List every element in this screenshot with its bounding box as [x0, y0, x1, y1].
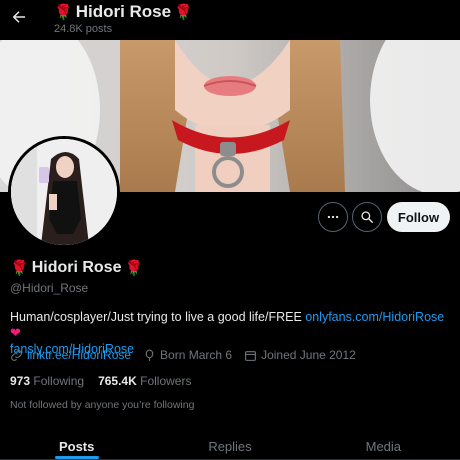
profile-name: 🌹 Hidori Rose 🌹 — [10, 259, 143, 277]
more-button[interactable] — [318, 202, 348, 232]
search-button[interactable] — [352, 202, 382, 232]
balloon-icon — [145, 349, 154, 361]
birthday-item: Born March 6 — [143, 348, 232, 362]
following-label: Following — [33, 374, 85, 388]
joined-text: Joined June 2012 — [261, 348, 356, 362]
link-icon — [11, 349, 22, 361]
rose-icon: 🌹 — [10, 259, 29, 277]
display-name: Hidori Rose — [31, 259, 122, 276]
following-stat[interactable]: 973 Following — [10, 374, 84, 388]
heart-icon: ❤ — [10, 325, 21, 340]
profile-handle: @Hidori_Rose — [10, 281, 89, 295]
header-name: Hidori Rose — [75, 2, 172, 21]
top-header: 🌹 Hidori Rose 🌹 24.8K posts — [0, 0, 460, 40]
tab-media[interactable]: Media — [307, 430, 460, 459]
birthday-text: Born March 6 — [160, 348, 233, 362]
bio-text: Human/cosplayer/Just trying to live a go… — [10, 310, 306, 324]
tab-posts[interactable]: Posts — [0, 430, 153, 459]
website-link[interactable]: linktr.ee/HidoriRose — [27, 348, 131, 362]
profile-tabs: Posts Replies Media — [0, 430, 460, 460]
tab-replies[interactable]: Replies — [153, 430, 306, 459]
calendar-icon — [245, 350, 256, 361]
profile-meta: linktr.ee/HidoriRose Born March 6 Joined… — [10, 348, 455, 362]
header-title: 🌹 Hidori Rose 🌹 — [54, 2, 193, 22]
rose-icon: 🌹 — [54, 3, 73, 21]
posts-count: 24.8K posts — [54, 23, 113, 35]
follow-button[interactable]: Follow — [387, 202, 450, 232]
joined-item: Joined June 2012 — [244, 348, 356, 362]
followers-label: Followers — [140, 374, 192, 388]
following-count: 973 — [10, 374, 31, 388]
search-icon — [361, 211, 373, 223]
website-item: linktr.ee/HidoriRose — [10, 348, 131, 362]
rose-icon: 🌹 — [124, 259, 144, 277]
not-followed-note: Not followed by anyone you’re following — [10, 399, 195, 411]
more-icon — [327, 215, 339, 219]
rose-icon: 🌹 — [174, 3, 193, 21]
avatar[interactable] — [8, 136, 120, 248]
profile-stats: 973 Following 765.4K Followers — [10, 374, 191, 388]
followers-count: 765.4K — [98, 374, 137, 388]
followers-stat[interactable]: 765.4K Followers — [98, 374, 191, 388]
arrow-left-icon[interactable] — [8, 6, 30, 28]
bio-link-onlyfans[interactable]: onlyfans.com/HidoriRose — [305, 310, 444, 324]
